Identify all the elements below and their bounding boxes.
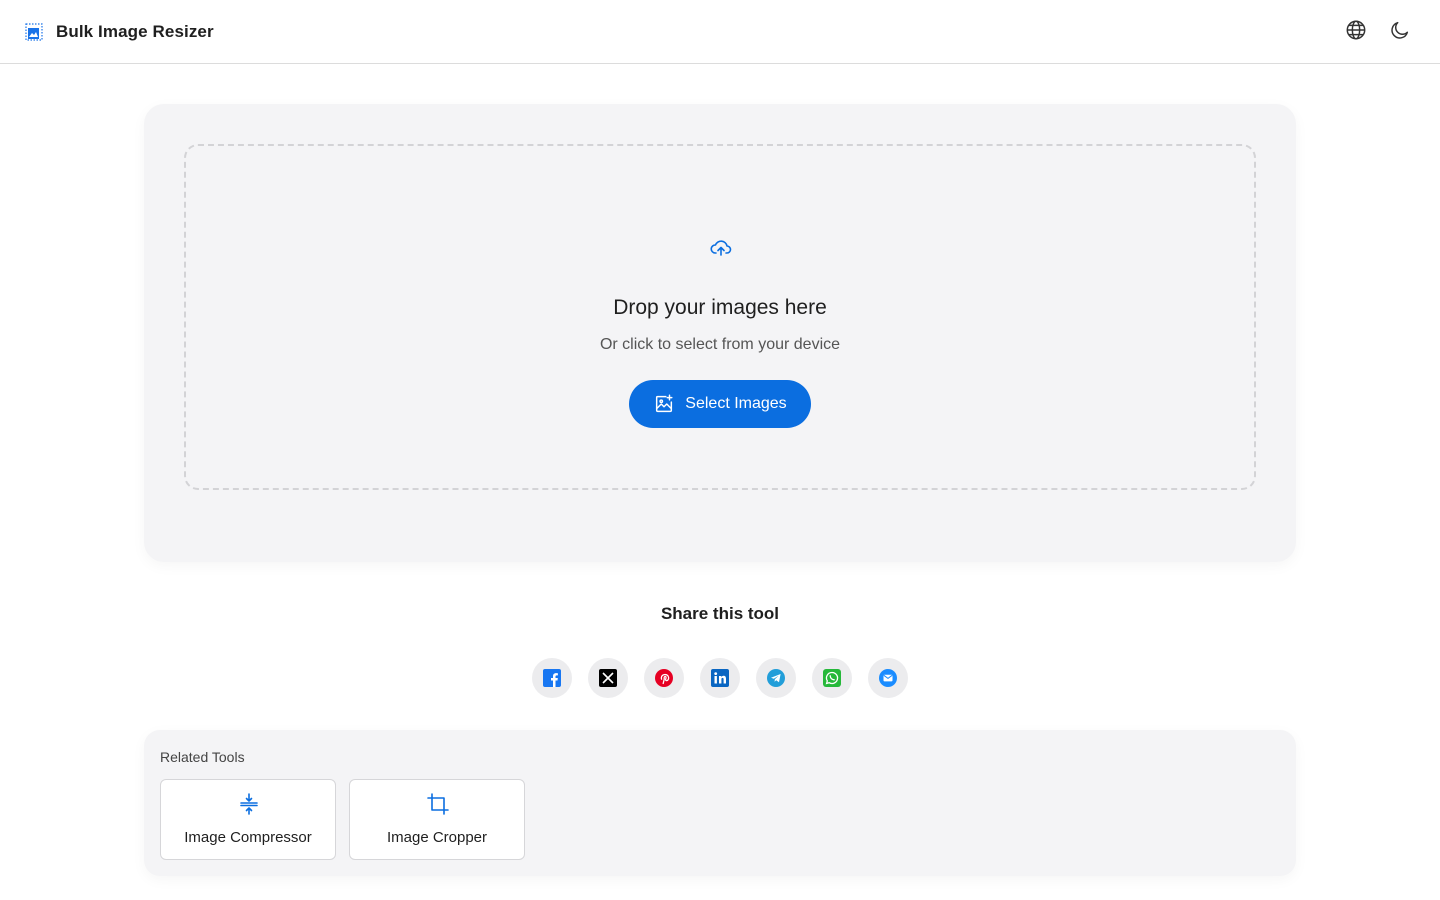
tool-label: Image Cropper bbox=[386, 829, 488, 846]
drop-subtitle: Or click to select from your device bbox=[599, 336, 841, 353]
select-images-button[interactable]: Select Images bbox=[629, 380, 811, 428]
facebook-icon bbox=[543, 669, 561, 687]
share-pinterest-button[interactable] bbox=[644, 658, 684, 698]
header-actions bbox=[1344, 18, 1412, 42]
compress-icon bbox=[237, 792, 261, 816]
moon-icon bbox=[1391, 21, 1409, 39]
share-buttons bbox=[532, 658, 908, 698]
select-images-label: Select Images bbox=[685, 395, 787, 412]
share-whatsapp-button[interactable] bbox=[812, 658, 852, 698]
share-telegram-button[interactable] bbox=[756, 658, 796, 698]
language-button[interactable] bbox=[1344, 18, 1368, 42]
tool-card-image-compressor[interactable]: Image Compressor bbox=[160, 779, 336, 860]
add-image-icon bbox=[656, 394, 673, 413]
drop-title: Drop your images here bbox=[613, 296, 827, 319]
x-icon bbox=[599, 669, 617, 687]
upload-card: Drop your images here Or click to select… bbox=[144, 104, 1296, 562]
linkedin-icon bbox=[711, 669, 729, 687]
related-tools-title: Related Tools bbox=[160, 749, 245, 765]
tool-label: Image Compressor bbox=[184, 829, 312, 846]
share-title: Share this tool bbox=[660, 604, 780, 623]
top-bar: Bulk Image Resizer bbox=[0, 0, 1440, 64]
telegram-icon bbox=[767, 669, 785, 687]
app-title: Bulk Image Resizer bbox=[56, 22, 214, 41]
brand[interactable]: Bulk Image Resizer bbox=[24, 20, 214, 44]
theme-toggle-button[interactable] bbox=[1388, 18, 1412, 42]
email-icon bbox=[879, 669, 897, 687]
share-email-button[interactable] bbox=[868, 658, 908, 698]
share-facebook-button[interactable] bbox=[532, 658, 572, 698]
whatsapp-icon bbox=[823, 669, 841, 687]
share-linkedin-button[interactable] bbox=[700, 658, 740, 698]
pinterest-icon bbox=[655, 669, 673, 687]
cloud-upload-icon bbox=[709, 236, 733, 260]
share-x-button[interactable] bbox=[588, 658, 628, 698]
crop-icon bbox=[426, 792, 450, 816]
related-tools-panel: Related Tools Image Compressor Image Cro… bbox=[144, 730, 1296, 876]
globe-icon bbox=[1346, 20, 1366, 40]
drop-zone[interactable]: Drop your images here Or click to select… bbox=[184, 144, 1256, 490]
image-stack-icon bbox=[24, 22, 44, 42]
tool-card-image-cropper[interactable]: Image Cropper bbox=[349, 779, 525, 860]
